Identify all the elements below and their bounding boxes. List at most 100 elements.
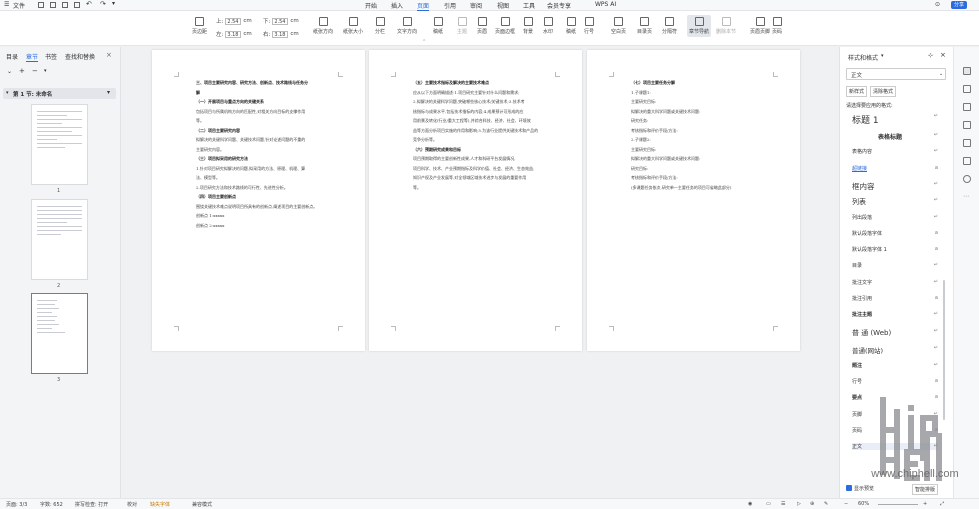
menu-home[interactable]: 开始 <box>365 1 377 10</box>
web-layout-icon[interactable]: ☰ <box>781 501 785 507</box>
manuscript-button[interactable]: 稿纸 <box>433 17 443 35</box>
more-icon[interactable]: ▾ <box>112 0 115 7</box>
tab-find-replace[interactable]: 查找和替换 <box>65 52 95 61</box>
page-thumbnail-2[interactable] <box>31 199 88 280</box>
page-border-button[interactable]: 页面边框 <box>495 17 515 35</box>
tab-bookmarks[interactable]: 书签 <box>45 52 57 61</box>
close-styles-icon[interactable]: × <box>940 51 946 59</box>
missing-font[interactable]: 缺失字体 <box>150 501 170 508</box>
select-icon[interactable] <box>963 85 971 93</box>
margin-bottom-input[interactable]: 2.54 <box>272 17 289 25</box>
edit-icon[interactable] <box>963 67 971 75</box>
shape-icon[interactable] <box>963 103 971 111</box>
style-item[interactable]: 默认段落字体 1 a <box>852 246 938 253</box>
page-indicator[interactable]: 页面: 3/3 <box>6 501 27 508</box>
preview-icon[interactable] <box>74 2 80 8</box>
tab-toc[interactable]: 目录 <box>6 52 18 61</box>
save-icon[interactable] <box>38 2 44 8</box>
eye-icon[interactable]: ◉ <box>748 501 752 507</box>
add-section-icon[interactable]: + <box>19 67 25 75</box>
menu-page[interactable]: 页面 <box>417 1 430 11</box>
toc-page-button[interactable]: 目录页 <box>637 17 652 35</box>
zoom-out-icon[interactable]: − <box>844 501 848 507</box>
style-item[interactable]: 列表 ↵ <box>852 197 938 207</box>
share-button[interactable]: 分享 <box>951 1 968 9</box>
style-item[interactable]: 表格内容 ↵ <box>852 148 938 155</box>
orientation-button[interactable]: 纸张方向 <box>313 17 333 35</box>
globe-icon[interactable]: ⊕ <box>810 501 814 507</box>
document-page-3[interactable]: （七）项目主要任务分解 1.子课题1: 主要研究目标: 拟解决的重大科学问题或关键技术… <box>587 50 800 351</box>
style-item[interactable]: 页码 a <box>852 427 938 434</box>
section-nav-button[interactable]: 章节导航 <box>687 15 712 37</box>
style-item[interactable]: 框内容 ↵ <box>852 181 938 192</box>
style-item[interactable]: 普 通 (Web) ↵ <box>852 328 938 338</box>
zoom-in-icon[interactable]: + <box>923 501 927 507</box>
theme-button[interactable]: 主题 <box>457 17 467 35</box>
new-style-button[interactable]: 新样式 <box>846 86 868 97</box>
layout-icon[interactable]: ▭ <box>766 501 771 507</box>
style-item[interactable]: 批注文字 ↵ <box>852 279 938 286</box>
document-page-2[interactable]: （五）主要技术指标及解决的主要技术难点 应从以下方面明确描述:1.项目研究主要针对… <box>369 50 582 351</box>
translate-icon[interactable] <box>963 157 971 165</box>
style-item[interactable]: 批注主题 ↵ <box>852 311 938 318</box>
play-icon[interactable]: ▷ <box>797 501 801 507</box>
current-style-select[interactable]: 正文 ⌄ <box>846 68 946 80</box>
section-header[interactable]: ▾ 第 1 节: 未命名 ▾ <box>3 88 116 99</box>
style-item[interactable]: 超链接 a <box>852 165 938 172</box>
proofread[interactable]: 校对 <box>127 501 137 508</box>
edit-mode-icon[interactable]: ✎ <box>824 501 828 507</box>
section-more-icon[interactable]: ▾ <box>107 89 110 96</box>
page-number-button[interactable]: 页码 <box>772 17 782 35</box>
style-item[interactable]: 目录 ↵ <box>852 262 938 269</box>
menu-wps-ai[interactable]: WPS AI <box>595 1 616 8</box>
fit-icon[interactable]: ⤢ <box>940 501 944 507</box>
style-item[interactable]: 列出段落 ↵ <box>852 214 938 221</box>
style-item[interactable]: 表格标题 ↵ <box>852 132 938 141</box>
watermark-button[interactable]: 水印 <box>543 17 553 35</box>
menu-reference[interactable]: 引用 <box>444 1 456 10</box>
print-icon[interactable] <box>62 2 68 8</box>
tools-icon[interactable] <box>963 121 971 129</box>
clear-format-button[interactable]: 清除格式 <box>870 86 897 97</box>
menu-review[interactable]: 审阅 <box>470 1 482 10</box>
style-item[interactable]: 要点 a <box>852 394 938 401</box>
collapse-ribbon-icon[interactable]: ⌃ <box>422 39 426 45</box>
paper-size-button[interactable]: 纸张大小 <box>343 17 363 35</box>
page-margin-button[interactable]: 页边距 <box>192 17 207 35</box>
zoom-slider[interactable] <box>878 504 918 505</box>
menu-insert[interactable]: 插入 <box>391 1 403 10</box>
style-item[interactable]: 批注引用 a <box>852 295 938 302</box>
margin-right-input[interactable]: 3.18 <box>272 30 289 38</box>
style-item[interactable]: 默认段落字体 a <box>852 230 938 237</box>
styles-scrollbar[interactable] <box>943 280 945 420</box>
menu-view[interactable]: 视图 <box>497 1 509 10</box>
undo-icon[interactable]: ↶ <box>86 0 92 8</box>
text-direction-button[interactable]: 文字方向 <box>397 17 417 35</box>
columns-button[interactable]: 分栏 <box>375 17 385 35</box>
show-preview-checkbox[interactable] <box>846 485 852 491</box>
redo-icon[interactable]: ↷ <box>100 0 106 8</box>
background-button[interactable]: 背景 <box>523 17 533 35</box>
remove-section-icon[interactable]: − <box>32 67 38 75</box>
menu-member[interactable]: 会员专享 <box>547 1 571 10</box>
margin-top-input[interactable]: 2.54 <box>225 17 242 25</box>
pin-icon[interactable]: ⊹ <box>928 52 933 59</box>
separator-button[interactable]: 分隔符 <box>662 17 677 35</box>
file-menu[interactable]: 文件 <box>13 1 25 10</box>
blank-page-button[interactable]: 空白页 <box>611 17 626 35</box>
menu-icon[interactable]: ☰ <box>4 1 9 8</box>
style-item[interactable]: 普通(网站) ↵ <box>852 345 938 355</box>
header-button[interactable]: 页眉 <box>477 17 487 35</box>
style-item[interactable]: 标题 1 ↵ <box>852 113 938 126</box>
review-icon[interactable] <box>963 139 971 147</box>
more-tools-icon[interactable]: ⋯ <box>963 193 971 201</box>
word-count[interactable]: 字数: 652 <box>40 501 63 508</box>
margin-left-input[interactable]: 3.18 <box>225 30 242 38</box>
style-item[interactable]: 正文 ↵ <box>852 443 938 451</box>
style-item[interactable]: 行号 a <box>852 378 938 385</box>
menu-tools[interactable]: 工具 <box>523 1 535 10</box>
zoom-level[interactable]: 60% <box>858 501 869 507</box>
page-thumbnail-1[interactable] <box>31 104 88 185</box>
section-options-icon[interactable]: ▾ <box>44 68 47 74</box>
export-icon[interactable] <box>50 2 56 8</box>
